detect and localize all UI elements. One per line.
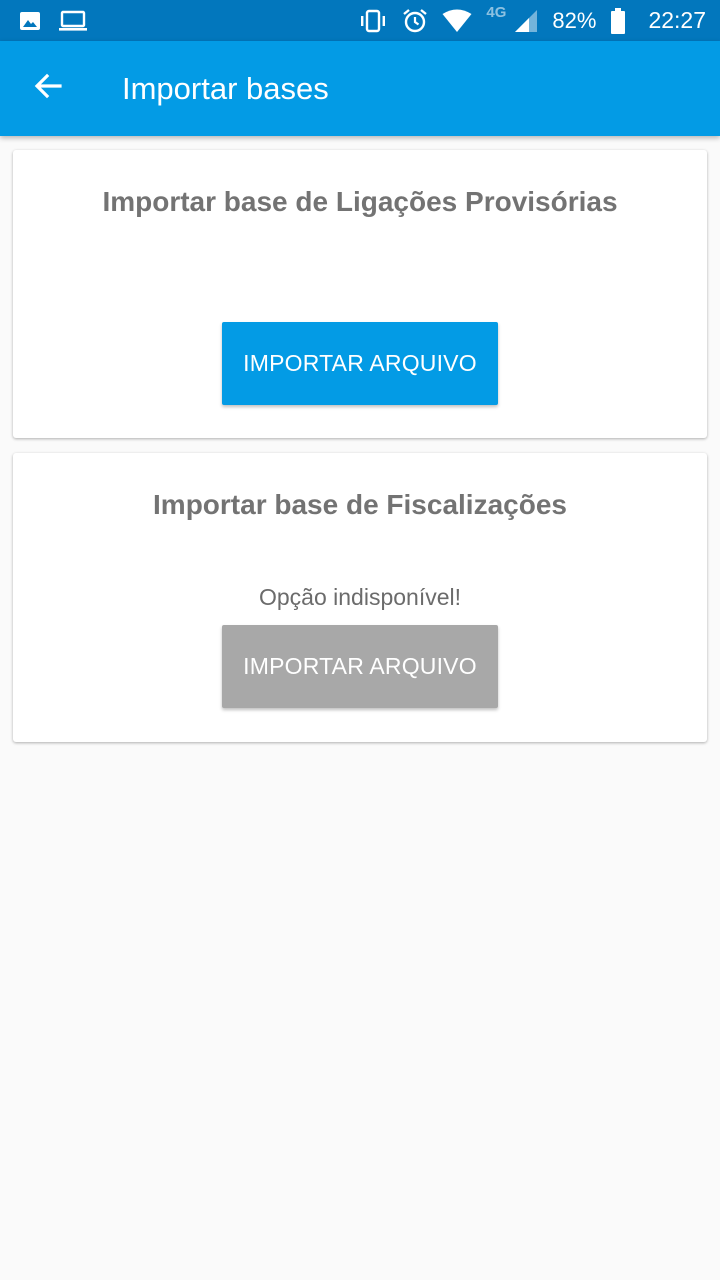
page-title: Importar bases [122, 70, 329, 106]
status-right-icons: 4G 82% 22:27 [358, 4, 706, 34]
wifi-icon [442, 9, 472, 33]
vibrate-icon [358, 9, 388, 33]
unavailable-message: Opção indisponível! [258, 584, 461, 610]
import-file-button-disabled: IMPORTAR ARQUIVO [222, 625, 498, 708]
card-title: Importar base de Fiscalizações [153, 489, 567, 520]
battery-percent: 82% [552, 7, 597, 33]
card-title: Importar base de Ligações Provisórias [102, 186, 618, 217]
battery-icon [610, 7, 626, 34]
import-ligacoes-card: Importar base de Ligações Provisórias IM… [13, 150, 707, 438]
import-fiscalizacoes-card: Importar base de Fiscalizações Opção ind… [13, 453, 707, 742]
back-button[interactable] [0, 41, 96, 136]
laptop-icon [58, 9, 88, 33]
app-bar: Importar bases [0, 41, 720, 136]
alarm-icon [402, 8, 428, 34]
status-left-icons [18, 9, 88, 33]
status-bar: 4G 82% 22:27 [0, 0, 720, 41]
clock: 22:27 [648, 7, 706, 33]
image-icon [18, 9, 42, 33]
network-type-label: 4G [486, 4, 507, 21]
signal-icon [514, 9, 538, 33]
arrow-back-icon [32, 70, 64, 107]
import-file-button[interactable]: IMPORTAR ARQUIVO [222, 322, 498, 405]
